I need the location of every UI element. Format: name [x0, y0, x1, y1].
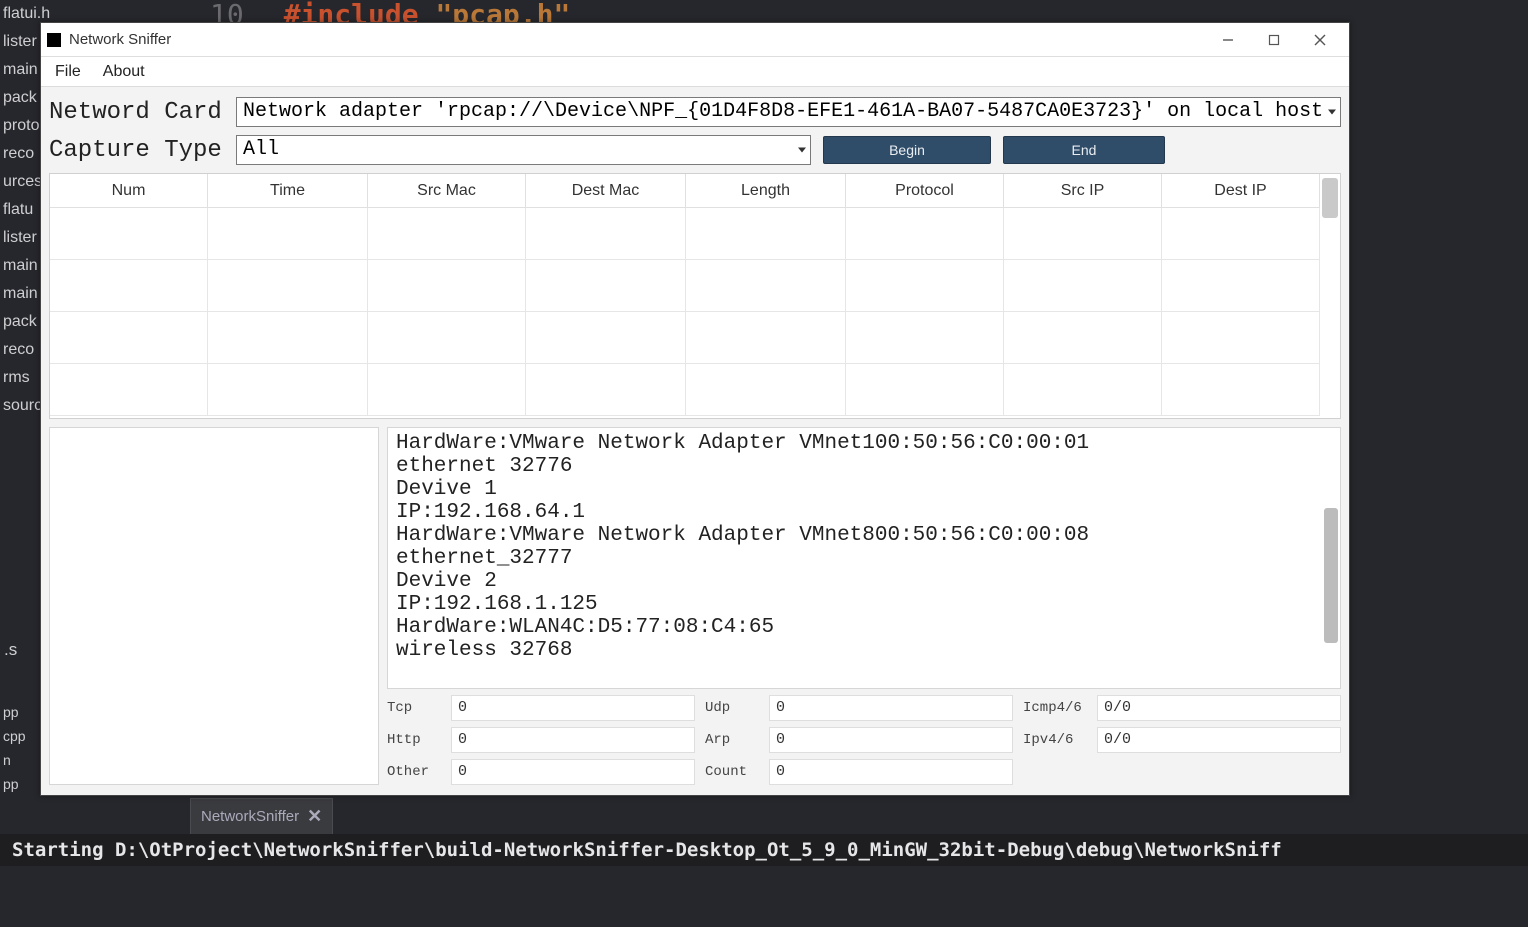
packet-tree-panel[interactable]: [49, 427, 379, 785]
menu-file[interactable]: File: [45, 59, 91, 85]
begin-button[interactable]: Begin: [823, 136, 991, 164]
bg-sidebar-item: sourc: [0, 392, 40, 420]
bg-sidebar-item: lister: [0, 224, 40, 252]
bg-sidebar-item: main: [0, 252, 40, 280]
window-title: Network Sniffer: [69, 31, 171, 48]
stat-other-label: Other: [387, 759, 441, 785]
stat-count-value: 0: [769, 759, 1013, 785]
bg-console-output: Starting D:\OtProject\NetworkSniffer\bui…: [0, 834, 1528, 866]
stat-arp-value: 0: [769, 727, 1013, 753]
bg-lower-sidebar: pp cpp n pp: [0, 700, 40, 796]
bg-sidebar-item: reco: [0, 336, 40, 364]
stat-count-label: Count: [705, 759, 759, 785]
bg-lower-item: pp: [0, 700, 40, 724]
th-time[interactable]: Time: [208, 174, 368, 208]
device-log-text: HardWare:VMware Network Adapter VMnet100…: [396, 432, 1089, 662]
bg-lower-item: pp: [0, 772, 40, 796]
bg-console-tab-label: NetworkSniffer: [201, 808, 299, 825]
capture-type-value: All: [243, 138, 279, 161]
stat-udp-label: Udp: [705, 695, 759, 721]
packet-table-body: [50, 208, 1340, 418]
stat-other-value: 0: [451, 759, 695, 785]
end-button[interactable]: End: [1003, 136, 1165, 164]
th-srcmac[interactable]: Src Mac: [368, 174, 526, 208]
th-length[interactable]: Length: [686, 174, 846, 208]
th-srcip[interactable]: Src IP: [1004, 174, 1162, 208]
close-button[interactable]: [1297, 25, 1343, 55]
network-card-label: Netword Card: [49, 99, 224, 126]
stat-ipv-label: Ipv4/6: [1023, 727, 1087, 753]
stat-udp-value: 0: [769, 695, 1013, 721]
maximize-icon: [1268, 34, 1280, 46]
maximize-button[interactable]: [1251, 25, 1297, 55]
menubar: File About: [41, 57, 1349, 87]
titlebar[interactable]: Network Sniffer: [41, 23, 1349, 57]
app-icon: [47, 33, 61, 47]
device-log-panel[interactable]: HardWare:VMware Network Adapter VMnet100…: [387, 427, 1341, 689]
stats-grid: Tcp 0 Udp 0 Icmp4/6 0/0 Http 0 Arp 0 Ipv…: [387, 695, 1341, 785]
network-card-select[interactable]: Network adapter 'rpcap://\Device\NPF_{01…: [236, 97, 1341, 127]
app-window: Network Sniffer File About Netword Card …: [40, 22, 1350, 796]
bg-sidebar-item: urces: [0, 168, 40, 196]
bg-sidebar-item: proto: [0, 112, 40, 140]
capture-type-row: Capture Type All Begin End: [49, 135, 1341, 165]
close-icon[interactable]: ✕: [307, 806, 322, 827]
bg-lower-item: n: [0, 748, 40, 772]
bg-sidebar-item: main: [0, 280, 40, 308]
log-scrollbar[interactable]: [1324, 508, 1338, 643]
bg-sidebar-item: pack: [0, 84, 40, 112]
th-destip[interactable]: Dest IP: [1162, 174, 1320, 208]
stat-icmp-label: Icmp4/6: [1023, 695, 1087, 721]
stat-tcp-value: 0: [451, 695, 695, 721]
bg-sidebar-item: reco: [0, 140, 40, 168]
stat-http-label: Http: [387, 727, 441, 753]
minimize-button[interactable]: [1205, 25, 1251, 55]
stat-http-value: 0: [451, 727, 695, 753]
bg-project-sidebar: flatui.h lister main pack proto reco urc…: [0, 0, 40, 680]
network-card-value: Network adapter 'rpcap://\Device\NPF_{01…: [243, 100, 1323, 123]
bg-sidebar-item: flatui.h: [0, 0, 40, 28]
table-scrollbar[interactable]: [1322, 178, 1338, 218]
close-icon: [1314, 34, 1326, 46]
capture-type-select[interactable]: All: [236, 135, 811, 165]
packet-table-header: Num Time Src Mac Dest Mac Length Protoco…: [50, 174, 1340, 208]
bg-console-tab[interactable]: NetworkSniffer ✕: [190, 798, 333, 834]
bg-sidebar-item: lister: [0, 28, 40, 56]
bg-sidebar-item: main: [0, 56, 40, 84]
bg-sidebar-item: flatu: [0, 196, 40, 224]
menu-about[interactable]: About: [93, 59, 155, 85]
lower-pane: HardWare:VMware Network Adapter VMnet100…: [49, 427, 1341, 785]
bg-sidebar-item: pack: [0, 308, 40, 336]
th-destmac[interactable]: Dest Mac: [526, 174, 686, 208]
stat-icmp-value: 0/0: [1097, 695, 1341, 721]
capture-type-label: Capture Type: [49, 137, 224, 164]
stat-arp-label: Arp: [705, 727, 759, 753]
th-protocol[interactable]: Protocol: [846, 174, 1004, 208]
bg-lower-item: cpp: [0, 724, 40, 748]
minimize-icon: [1222, 34, 1234, 46]
stat-ipv-value: 0/0: [1097, 727, 1341, 753]
th-num[interactable]: Num: [50, 174, 208, 208]
stat-tcp-label: Tcp: [387, 695, 441, 721]
content-area: Netword Card Network adapter 'rpcap://\D…: [41, 87, 1349, 795]
packet-table[interactable]: Num Time Src Mac Dest Mac Length Protoco…: [49, 173, 1341, 419]
bg-sidebar-item: rms: [0, 364, 40, 392]
network-card-row: Netword Card Network adapter 'rpcap://\D…: [49, 97, 1341, 127]
bg-lower-label: .s: [0, 640, 17, 660]
